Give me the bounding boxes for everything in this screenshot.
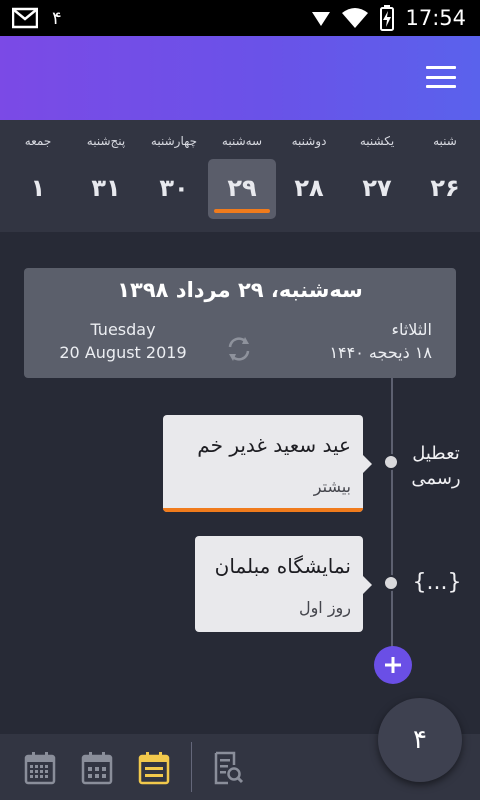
category-line-2: رسمی (411, 468, 461, 489)
day-number: ۱ (30, 174, 46, 202)
day-name: شنبه (433, 134, 457, 148)
today-fab[interactable]: ۴ (378, 698, 462, 782)
fab-label: ۴ (413, 725, 427, 755)
event-category-symbol: {...} (412, 570, 462, 595)
month-calendar-icon[interactable] (24, 751, 56, 785)
selected-day-underline (214, 209, 270, 213)
day-list-icon[interactable] (138, 751, 170, 785)
week-day-wednesday[interactable]: چهارشنبه ۳۰ (140, 120, 208, 232)
day-name: یکشنبه (359, 134, 395, 148)
timeline-dot (383, 454, 399, 470)
gregorian-weekday: Tuesday (90, 320, 156, 339)
notification-count: ۴ (52, 7, 62, 29)
holiday-accent-bar (163, 508, 363, 512)
event-card-pointer (363, 455, 372, 473)
clock: 17:54 (405, 6, 466, 30)
week-calendar-icon[interactable] (81, 751, 113, 785)
event-title: عید سعید غدیر خم (197, 433, 351, 457)
event-subtitle: روز اول (298, 598, 351, 617)
hijri-date: الثلاثاء ۱۸ ذیحجه ۱۴۴۰ (292, 318, 432, 364)
search-document-icon[interactable] (212, 751, 244, 785)
day-number: ۳۰ (159, 174, 189, 202)
day-number: ۲۸ (294, 174, 324, 202)
add-event-button[interactable] (374, 646, 412, 684)
event-card-holiday[interactable]: عید سعید غدیر خم بیشتر (163, 415, 372, 512)
day-number: ۲۷ (362, 174, 392, 202)
plus-icon (385, 657, 401, 673)
day-name: پنج‌شنبه (86, 134, 126, 148)
day-number: ۲۹ (227, 174, 257, 202)
week-day-friday[interactable]: جمعه ۱ (4, 120, 72, 232)
sync-icon[interactable] (224, 334, 254, 364)
event-more-link[interactable]: بیشتر (314, 477, 351, 496)
date-card-title: سه‌شنبه، ۲۹ مرداد ۱۳۹۸ (117, 278, 363, 302)
nav-divider (191, 742, 192, 792)
hamburger-menu-icon[interactable] (426, 64, 456, 90)
event-title: نمایشگاه مبلمان (214, 554, 351, 578)
gregorian-date-text: 20 August 2019 (59, 343, 187, 362)
hijri-weekday: الثلاثاء (391, 320, 432, 339)
battery-icon (380, 5, 395, 31)
timeline-dot (383, 575, 399, 591)
app-bar (0, 36, 480, 120)
category-line-1: تعطیل (412, 443, 460, 464)
day-number: ۳۱ (91, 174, 121, 202)
day-number: ۲۶ (430, 174, 460, 202)
wifi-icon (342, 8, 369, 28)
week-day-thursday[interactable]: پنج‌شنبه ۳۱ (72, 120, 140, 232)
week-day-monday[interactable]: دوشنبه ۲۸ (275, 120, 343, 232)
status-bar: ۴ 17:54 (0, 0, 480, 36)
day-name: جمعه (24, 134, 52, 148)
week-day-sunday[interactable]: یکشنبه ۲۷ (343, 120, 411, 232)
date-card: سه‌شنبه، ۲۹ مرداد ۱۳۹۸ Tuesday 20 August… (24, 268, 456, 378)
hijri-date-text: ۱۸ ذیحجه ۱۴۴۰ (329, 343, 432, 362)
event-card-exhibition[interactable]: نمایشگاه مبلمان روز اول (195, 536, 372, 632)
day-name: چهارشنبه (150, 134, 198, 148)
week-strip: شنبه ۲۶ یکشنبه ۲۷ دوشنبه ۲۸ سه‌شنبه ۲۹ چ… (0, 120, 480, 232)
vibrate-icon (312, 12, 331, 26)
event-card-pointer (363, 576, 372, 594)
gmail-icon (12, 7, 38, 29)
week-day-tuesday-selected[interactable]: سه‌شنبه ۲۹ (208, 120, 276, 232)
event-category-label: تعطیل رسمی (404, 441, 468, 491)
gregorian-date: Tuesday 20 August 2019 (48, 318, 198, 364)
timeline-line (391, 378, 393, 664)
week-day-saturday[interactable]: شنبه ۲۶ (411, 120, 479, 232)
day-name: دوشنبه (291, 134, 327, 148)
day-name: سه‌شنبه (221, 134, 263, 148)
